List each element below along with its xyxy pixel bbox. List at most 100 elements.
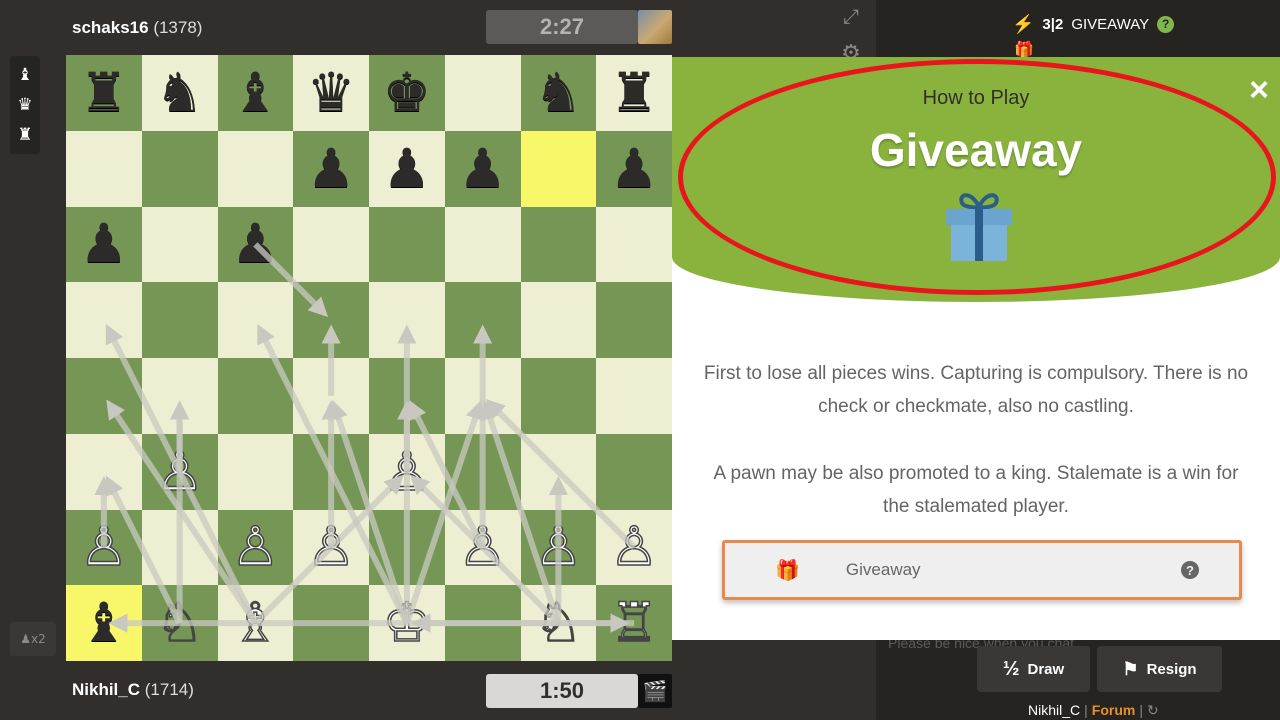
refresh-icon[interactable]: ↻: [1147, 702, 1159, 719]
square-a1[interactable]: ♝: [66, 585, 142, 661]
square-d4[interactable]: [293, 358, 369, 434]
square-e3[interactable]: ♙: [369, 433, 445, 510]
square-a5[interactable]: [66, 282, 142, 358]
square-f4[interactable]: [444, 358, 521, 434]
square-f8[interactable]: [444, 55, 521, 131]
square-g2[interactable]: ♙: [520, 509, 597, 586]
square-f5[interactable]: [444, 282, 521, 358]
square-d8[interactable]: ♛: [293, 55, 369, 131]
piece-a6[interactable]: ♟: [80, 217, 128, 271]
square-b8[interactable]: ♞: [141, 55, 218, 131]
square-a3[interactable]: [66, 433, 142, 510]
square-g8[interactable]: ♞: [520, 55, 597, 131]
close-modal-button[interactable]: ×: [1242, 71, 1276, 109]
square-h5[interactable]: [596, 282, 672, 358]
square-e1[interactable]: ♔: [369, 585, 445, 661]
square-b7[interactable]: [141, 130, 218, 207]
square-h6[interactable]: [596, 206, 672, 283]
square-f3[interactable]: [444, 433, 521, 510]
square-b4[interactable]: [141, 358, 218, 434]
square-c7[interactable]: [217, 130, 294, 207]
square-c4[interactable]: [217, 358, 294, 434]
square-a7[interactable]: [66, 130, 142, 207]
square-c3[interactable]: [217, 433, 294, 510]
square-g4[interactable]: [520, 358, 597, 434]
square-h3[interactable]: [596, 433, 672, 510]
chess-board[interactable]: ♜ ♞ ♝ ♛ ♚ ♞ ♜ ♟ ♟ ♟ ♟ ♟ ♟ ♙ ♙ ♙ ♙ ♙ ♙ ♙ ♙ ♝ ♘ ♗ ♔ ♘ ♖: [66, 55, 672, 661]
square-d1[interactable]: [293, 585, 369, 661]
square-d2[interactable]: ♙: [293, 509, 369, 586]
square-e8[interactable]: ♚: [369, 55, 445, 131]
square-b3[interactable]: ♙: [141, 433, 218, 510]
square-d5[interactable]: [293, 282, 369, 358]
top-player-avatar[interactable]: [638, 10, 672, 44]
resign-button[interactable]: ⚑ Resign: [1097, 646, 1222, 692]
square-b5[interactable]: [141, 282, 218, 358]
square-c5[interactable]: [217, 282, 294, 358]
piece-g8[interactable]: ♞: [534, 65, 582, 120]
bottom-player[interactable]: Nikhil_C (1714): [72, 680, 194, 700]
mode-help-icon[interactable]: ?: [1157, 15, 1175, 33]
forum-link[interactable]: Forum: [1092, 702, 1136, 719]
square-h1[interactable]: ♖: [596, 585, 672, 661]
square-c6[interactable]: ♟: [217, 206, 294, 283]
piece-h8[interactable]: ♜: [610, 65, 658, 120]
piece-h7[interactable]: ♟: [610, 141, 658, 196]
square-h8[interactable]: ♜: [596, 55, 672, 131]
square-c2[interactable]: ♙: [217, 509, 294, 586]
piece-d2[interactable]: ♙: [306, 519, 356, 575]
piece-c2[interactable]: ♙: [230, 519, 280, 575]
square-e5[interactable]: [369, 282, 445, 358]
variant-help-icon[interactable]: ?: [1181, 561, 1199, 579]
draw-button[interactable]: ½ Draw: [977, 646, 1090, 692]
square-a4[interactable]: [66, 358, 142, 434]
square-h7[interactable]: ♟: [596, 130, 672, 207]
square-d6[interactable]: [293, 206, 369, 283]
piece-f7[interactable]: ♟: [458, 141, 506, 196]
top-player[interactable]: schaks16 (1378): [72, 18, 202, 38]
piece-c6[interactable]: ♟: [231, 217, 279, 271]
square-f2[interactable]: ♙: [444, 509, 521, 586]
square-b2[interactable]: [141, 509, 218, 586]
piece-b3[interactable]: ♙: [155, 443, 205, 499]
footer-user[interactable]: Nikhil_C: [1028, 702, 1080, 719]
piece-e8[interactable]: ♚: [383, 65, 431, 120]
square-c1[interactable]: ♗: [217, 585, 294, 661]
piece-a1[interactable]: ♝: [80, 596, 128, 650]
square-b1[interactable]: ♘: [141, 585, 218, 661]
piece-g1[interactable]: ♘: [533, 595, 583, 651]
piece-c1[interactable]: ♗: [230, 595, 280, 651]
piece-e1[interactable]: ♔: [382, 595, 432, 651]
square-g6[interactable]: [520, 206, 597, 283]
square-e4[interactable]: [369, 358, 445, 434]
square-e2[interactable]: [369, 509, 445, 586]
square-h4[interactable]: [596, 358, 672, 434]
square-c8[interactable]: ♝: [217, 55, 294, 131]
piece-a8[interactable]: ♜: [80, 65, 128, 120]
piece-e7[interactable]: ♟: [383, 141, 431, 196]
square-f7[interactable]: ♟: [444, 130, 521, 207]
piece-g2[interactable]: ♙: [533, 519, 583, 575]
square-g7[interactable]: [520, 130, 597, 207]
square-e7[interactable]: ♟: [369, 130, 445, 207]
piece-b1[interactable]: ♘: [155, 595, 205, 651]
piece-h2[interactable]: ♙: [609, 519, 659, 575]
bottom-player-avatar[interactable]: 🎬: [638, 674, 672, 708]
square-g1[interactable]: ♘: [520, 585, 597, 661]
piece-b8[interactable]: ♞: [155, 65, 203, 120]
piece-a2[interactable]: ♙: [79, 519, 129, 575]
square-a2[interactable]: ♙: [66, 509, 142, 586]
piece-f2[interactable]: ♙: [458, 519, 508, 575]
square-g3[interactable]: [520, 433, 597, 510]
piece-c8[interactable]: ♝: [231, 65, 279, 120]
square-f6[interactable]: [444, 206, 521, 283]
piece-e3[interactable]: ♙: [382, 443, 432, 499]
variant-select[interactable]: 🎁 Giveaway ?: [722, 540, 1242, 600]
piece-d8[interactable]: ♛: [307, 65, 355, 120]
piece-h1[interactable]: ♖: [609, 595, 659, 651]
square-b6[interactable]: [141, 206, 218, 283]
square-a6[interactable]: ♟: [66, 206, 142, 283]
square-e6[interactable]: [369, 206, 445, 283]
square-h2[interactable]: ♙: [596, 509, 672, 586]
square-g5[interactable]: [520, 282, 597, 358]
